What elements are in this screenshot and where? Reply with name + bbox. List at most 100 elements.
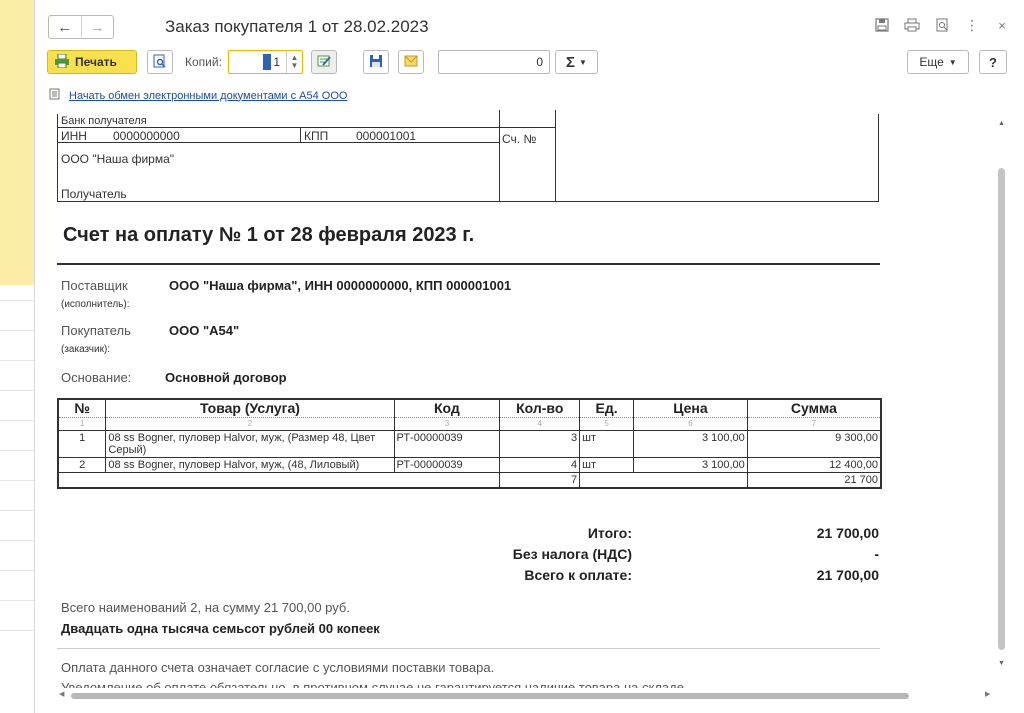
save-icon (369, 54, 383, 71)
text-cursor (263, 54, 271, 70)
row-quantity: 3 (499, 429, 581, 458)
background-row (0, 330, 34, 331)
print-button[interactable]: Печать (47, 50, 137, 74)
total-spacer (579, 471, 748, 488)
buyer-label: Покупатель (61, 323, 131, 338)
more-vertical-icon[interactable]: ⋮ (963, 16, 981, 34)
column-number: 6 (633, 417, 748, 431)
background-row (0, 630, 34, 631)
document-window: ← → Заказ покупателя 1 от 28.02.2023 ⋮ ×… (34, 0, 1024, 713)
amount-in-words: Двадцать одна тысяча семьсот рублей 00 к… (61, 621, 380, 636)
payment-notice: Уведомление об оплате обязательно, в про… (61, 680, 688, 688)
column-header: Код (394, 399, 501, 418)
grand-total-label: Всего к оплате: (524, 567, 632, 583)
scroll-right-icon[interactable]: ▶ (985, 690, 990, 698)
title-bar: ← → Заказ покупателя 1 от 28.02.2023 ⋮ × (35, 0, 1024, 44)
background-row (0, 300, 34, 301)
email-icon (404, 55, 418, 70)
sigma-icon: Σ (566, 53, 576, 71)
basis-value: Основной договор (165, 370, 287, 385)
vertical-scroll-thumb[interactable] (998, 168, 1005, 650)
supplier-sublabel: (исполнитель): (61, 299, 130, 310)
preview-icon[interactable] (933, 16, 951, 34)
forward-button[interactable]: → (80, 16, 114, 38)
summary-line: Всего наименований 2, на сумму 21 700,00… (61, 600, 350, 615)
inn-value: 0000000000 (113, 129, 180, 143)
edit-button[interactable] (311, 50, 337, 74)
scroll-left-icon[interactable]: ◀ (59, 690, 64, 698)
kpp-label: КПП (304, 129, 329, 143)
edo-exchange: Начать обмен электронными документами с … (49, 88, 347, 103)
vat-label: Без налога (НДС) (512, 546, 632, 562)
column-number-row: 1 2 3 4 5 6 7 (57, 417, 882, 431)
sum-button[interactable]: Σ ▼ (555, 50, 598, 74)
more-button[interactable]: Еще ▼ (907, 50, 969, 74)
scroll-down-icon[interactable]: ▼ (998, 660, 1005, 667)
window-title: Заказ покупателя 1 от 28.02.2023 (165, 17, 429, 36)
column-number: 5 (579, 417, 635, 431)
toolbar: Печать Копий: 1 ▲ ▼ 0 Σ ▼ Еще ▼ ? (35, 50, 1024, 76)
horizontal-scroll-thumb[interactable] (71, 693, 909, 699)
column-number: 4 (499, 417, 581, 431)
background-row (0, 450, 34, 451)
background-row (0, 510, 34, 511)
email-button[interactable] (398, 50, 424, 74)
invoice-title: Счет на оплату № 1 от 28 февраля 2023 г. (63, 224, 475, 246)
edit-icon (317, 54, 331, 71)
back-button[interactable]: ← (49, 16, 81, 38)
edo-exchange-link[interactable]: Начать обмен электронными документами с … (69, 90, 347, 102)
column-number: 1 (57, 417, 107, 431)
copies-label: Копий: (185, 55, 222, 69)
row-quantity: 4 (499, 456, 581, 473)
copies-stepper[interactable]: ▲ ▼ (286, 51, 302, 73)
copies-value: 1 (273, 55, 280, 69)
column-header: Кол-во (499, 399, 581, 418)
copies-input[interactable]: 1 ▲ ▼ (228, 50, 303, 74)
column-number: 7 (746, 417, 882, 431)
row-price: 3 100,00 (633, 429, 748, 458)
column-header: Товар (Услуга) (105, 399, 395, 418)
bank-details-table: Банк получателя ИНН 0000000000 КПП 00000… (57, 110, 879, 202)
help-button[interactable]: ? (979, 50, 1007, 74)
scroll-up-icon[interactable]: ▲ (998, 120, 1005, 127)
document-exchange-icon (49, 88, 61, 103)
background-highlight (0, 0, 34, 285)
column-header: Ед. (579, 399, 635, 418)
row-sum: 12 400,00 (746, 456, 882, 473)
bank-label: Банк получателя (61, 115, 147, 127)
print-label: Печать (75, 55, 117, 69)
background-row (0, 600, 34, 601)
row-sum: 9 300,00 (746, 429, 882, 458)
row-unit: шт (579, 429, 635, 458)
column-header: Сумма (747, 399, 881, 418)
total-spacer (57, 471, 501, 488)
vat-value: - (874, 546, 879, 562)
arrow-right-icon: → (89, 18, 105, 36)
recipient-org-name: ООО "Наша фирма" (61, 152, 175, 166)
column-number: 3 (393, 417, 501, 431)
kpp-value: 000001001 (356, 129, 417, 143)
notes-divider (57, 648, 880, 649)
grand-total-value: 21 700,00 (816, 567, 879, 583)
supplier-value: ООО "Наша фирма", ИНН 0000000000, КПП 00… (169, 278, 512, 293)
printer-icon[interactable] (903, 16, 921, 34)
itogo-label: Итого: (587, 525, 632, 541)
column-number: 2 (105, 417, 395, 431)
buyer-value: ООО "А54" (169, 323, 240, 338)
row-product-name: 08 ss Bogner, пуловер Halvor, муж, (48, … (105, 456, 395, 473)
supplier-label: Поставщик (61, 278, 128, 293)
save-button[interactable] (363, 50, 389, 74)
sum-input[interactable]: 0 (438, 50, 550, 74)
preview-button[interactable] (147, 50, 173, 74)
background-row (0, 390, 34, 391)
row-product-name: 08 ss Bogner, пуловер Halvor, муж, (Разм… (105, 429, 395, 458)
total-quantity: 7 (499, 471, 581, 488)
save-icon[interactable] (873, 16, 891, 34)
itogo-value: 21 700,00 (816, 525, 879, 541)
close-icon[interactable]: × (993, 16, 1011, 34)
horizontal-scrollbar[interactable]: ◀ ▶ (59, 690, 999, 702)
chevron-down-icon[interactable]: ▼ (291, 62, 299, 70)
row-unit: шт (579, 456, 635, 473)
vertical-scrollbar[interactable]: ▲ ▼ (995, 116, 1009, 684)
items-table: № Товар (Услуга) Код Кол-во Ед. Цена Сум… (57, 398, 882, 489)
